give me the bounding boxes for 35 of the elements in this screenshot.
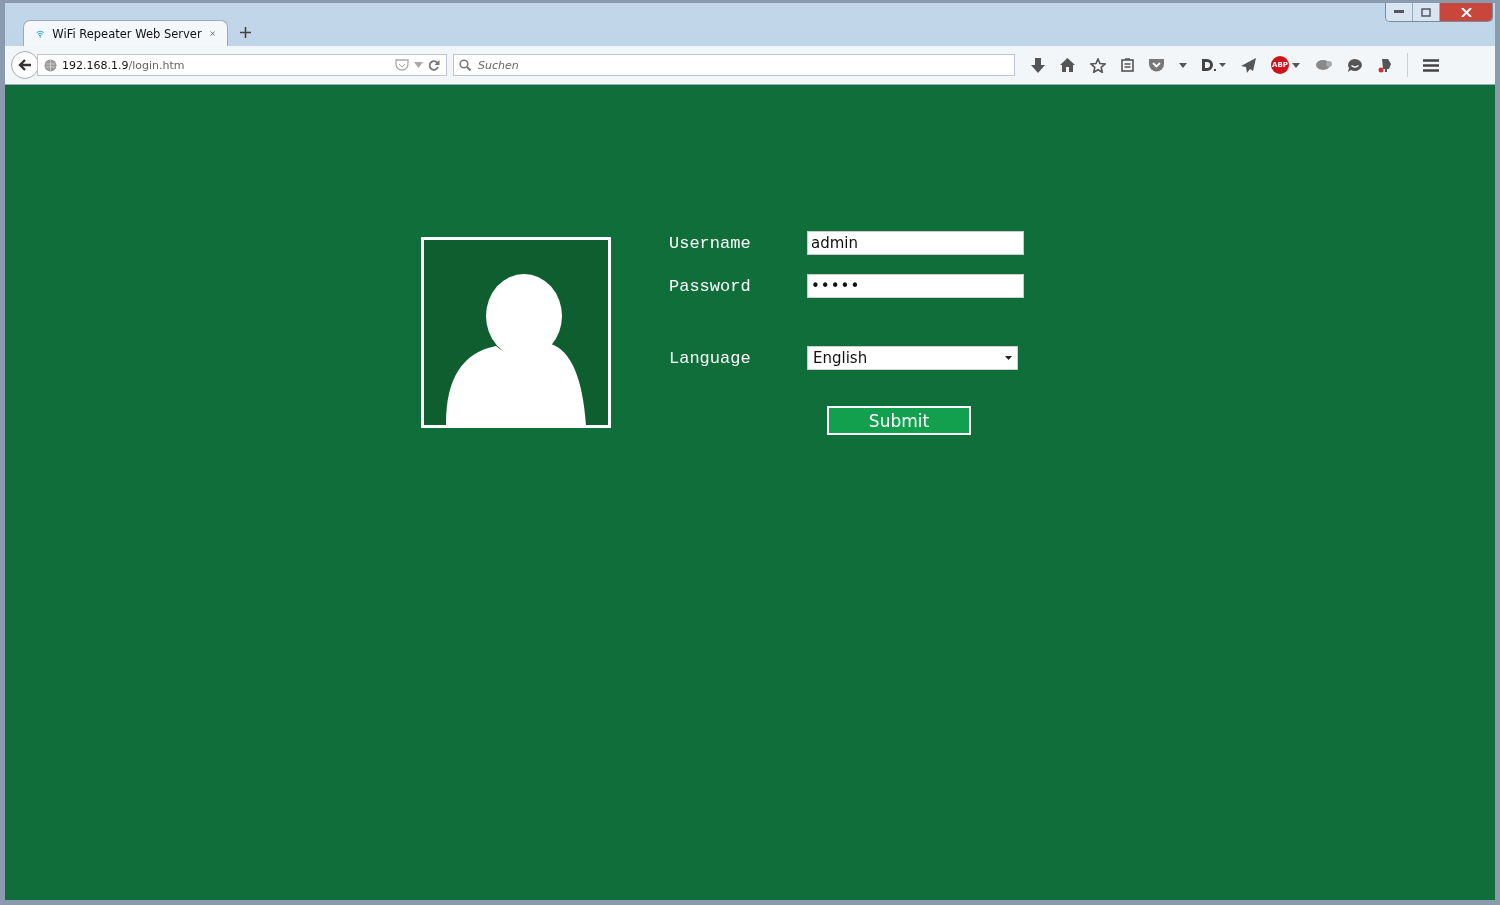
globe-icon (44, 58, 57, 72)
letter-d-icon[interactable] (1202, 58, 1226, 72)
address-bar[interactable]: 192.168.1.9/login.htm (37, 54, 447, 76)
back-arrow-icon (18, 58, 32, 72)
maximize-icon (1421, 7, 1431, 17)
minimize-button[interactable] (1386, 3, 1413, 21)
username-field[interactable]: admin (807, 231, 1024, 255)
dropdown-icon[interactable] (1179, 62, 1187, 68)
url-text: 192.168.1.9/login.htm (62, 58, 186, 72)
close-icon (1460, 7, 1472, 17)
paper-plane-icon[interactable] (1241, 57, 1256, 73)
reload-icon[interactable] (428, 59, 440, 71)
clipboard-icon[interactable] (1121, 58, 1134, 72)
field-label: Username (669, 233, 752, 253)
home-icon[interactable] (1060, 58, 1075, 72)
language-dropdown[interactable]: English (807, 346, 1018, 370)
menu-icon[interactable] (1423, 58, 1439, 72)
caret-icon (1005, 356, 1012, 360)
back-button[interactable] (11, 51, 39, 79)
password-field[interactable]: ••••• (807, 274, 1024, 298)
maximize-button[interactable] (1413, 3, 1440, 21)
browser-tab[interactable]: WiFi Repeater Web Server (23, 20, 228, 46)
new-tab-icon[interactable] (240, 27, 251, 38)
minimize-icon (1394, 10, 1404, 14)
close-icon[interactable] (209, 29, 215, 38)
field-label: Password (669, 276, 752, 296)
user-avatar-icon (421, 237, 611, 428)
pocket-icon[interactable] (1149, 58, 1164, 72)
field-label: Language (669, 348, 752, 368)
download-icon[interactable] (1031, 57, 1045, 73)
close-button[interactable] (1440, 3, 1492, 21)
speech-bubble-icon[interactable] (1347, 57, 1363, 73)
search-field[interactable]: Suchen (453, 54, 1015, 77)
tab-title: WiFi Repeater Web Server (52, 26, 202, 41)
star-icon[interactable] (1090, 57, 1106, 73)
